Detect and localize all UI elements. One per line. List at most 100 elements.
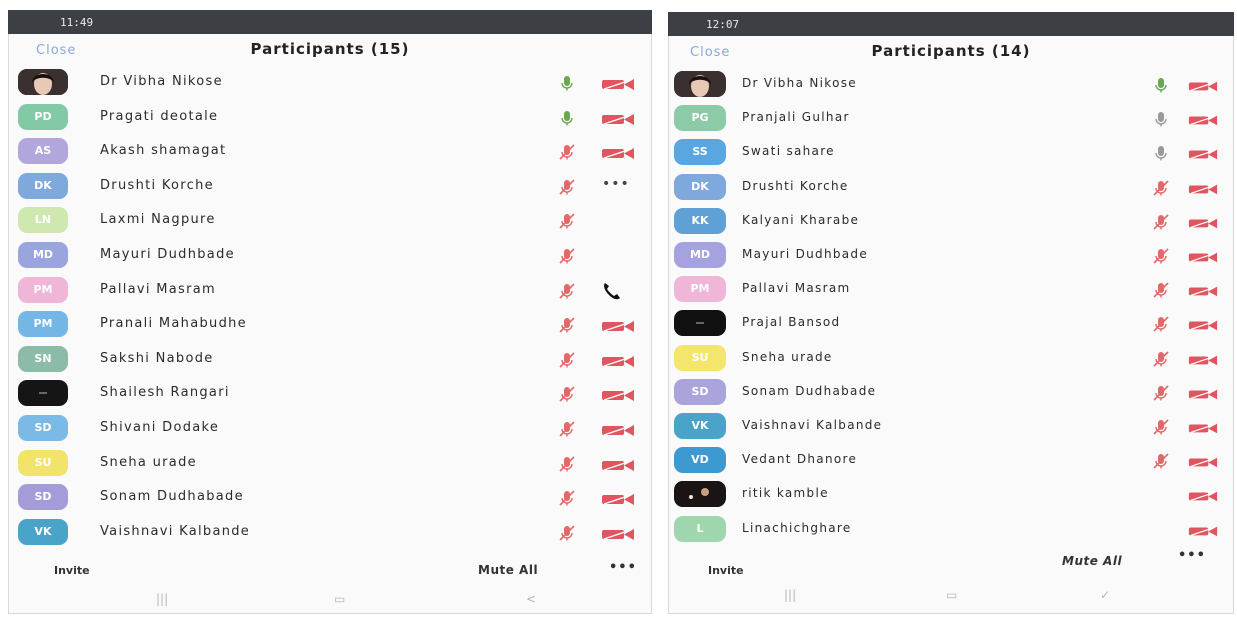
video-off-icon[interactable] (1188, 420, 1218, 434)
microphone-muted-icon[interactable] (558, 420, 576, 438)
microphone-muted-icon[interactable] (1152, 179, 1170, 197)
video-off-icon[interactable] (1188, 78, 1218, 92)
recent-apps-button[interactable]: ||| (784, 588, 796, 602)
participant-row[interactable]: PM Pallavi Masram (8, 274, 652, 308)
microphone-muted-icon[interactable] (558, 385, 576, 403)
microphone-muted-icon[interactable] (1152, 247, 1170, 265)
participant-row[interactable]: AS Akash shamagat (8, 135, 652, 169)
video-off-icon[interactable] (601, 318, 635, 333)
participant-name: Dr Vibha Nikose (100, 74, 223, 89)
video-off-icon[interactable] (1188, 112, 1218, 126)
microphone-muted-icon[interactable] (558, 489, 576, 507)
microphone-muted-icon[interactable] (1152, 384, 1170, 402)
home-button[interactable]: ▭ (946, 588, 957, 602)
video-off-icon[interactable] (1188, 283, 1218, 297)
participant-row[interactable]: SS Swati sahare (668, 136, 1234, 170)
participant-row[interactable]: PM Pallavi Masram (668, 273, 1234, 307)
participant-row[interactable]: L Linachichghare (668, 513, 1234, 547)
participant-row[interactable]: Dr Vibha Nikose (8, 66, 652, 100)
microphone-muted-icon[interactable] (1152, 418, 1170, 436)
microphone-muted-icon[interactable] (1152, 213, 1170, 231)
invite-button[interactable]: Invite (54, 564, 90, 577)
back-button[interactable]: < (526, 592, 536, 606)
avatar: SN (18, 345, 68, 372)
microphone-muted-icon[interactable] (558, 316, 576, 334)
video-off-icon[interactable] (1188, 352, 1218, 366)
video-off-icon[interactable] (1188, 249, 1218, 263)
microphone-muted-icon[interactable] (558, 455, 576, 473)
participant-row[interactable]: LN Laxmi Nagpure (8, 204, 652, 238)
microphone-muted-icon[interactable] (558, 247, 576, 265)
video-off-icon[interactable] (601, 526, 635, 540)
video-off-icon[interactable] (601, 145, 635, 160)
microphone-muted-icon[interactable] (558, 351, 576, 369)
video-off-icon[interactable] (1188, 146, 1218, 160)
invite-button[interactable]: Invite (708, 564, 744, 577)
video-off-icon[interactable] (1188, 488, 1218, 502)
participant-name: Drushti Korche (742, 178, 849, 193)
microphone-muted-icon[interactable] (1152, 315, 1170, 333)
participant-row[interactable]: SU Sneha urade (668, 342, 1234, 376)
video-off-icon[interactable] (601, 457, 635, 471)
microphone-muted-icon[interactable] (1152, 350, 1170, 368)
participant-row[interactable]: SD Shivani Dodake (8, 412, 652, 446)
participant-name: Laxmi Nagpure (100, 212, 216, 228)
microphone-icon[interactable] (558, 109, 576, 127)
video-off-icon[interactable] (601, 76, 635, 90)
mute-all-button[interactable]: Mute All (478, 563, 538, 577)
participant-row[interactable]: MD Mayuri Dudhbade (8, 239, 652, 273)
recent-apps-button[interactable]: ||| (156, 592, 168, 606)
video-off-icon[interactable] (1188, 523, 1218, 537)
participant-row[interactable]: VD Vedant Dhanore (668, 444, 1234, 478)
participant-row[interactable]: KK Kalyani Kharabe (668, 205, 1234, 239)
participant-name: Sneha urade (742, 349, 833, 364)
microphone-muted-icon[interactable] (1152, 452, 1170, 470)
video-off-icon[interactable] (601, 491, 635, 506)
video-off-icon[interactable] (1188, 181, 1218, 195)
participant-row[interactable]: MD Mayuri Dudhbade (668, 239, 1234, 273)
more-options-icon[interactable]: ••• (602, 176, 630, 192)
participant-row[interactable]: SU Sneha urade (8, 447, 652, 481)
microphone-muted-icon[interactable] (558, 524, 576, 542)
video-off-icon[interactable] (601, 387, 635, 402)
video-off-icon[interactable] (1188, 386, 1218, 400)
microphone-muted-icon[interactable] (558, 143, 576, 161)
participant-row[interactable]: VK Vaishnavi Kalbande (668, 410, 1234, 444)
mute-all-button[interactable]: Mute All (1062, 554, 1122, 568)
back-button[interactable]: ✓ (1100, 588, 1110, 602)
home-button[interactable]: ▭ (334, 592, 345, 606)
video-off-icon[interactable] (601, 353, 635, 367)
more-options-button[interactable]: ••• (1178, 548, 1206, 563)
participant-row[interactable]: Shailesh Rangari (8, 377, 652, 411)
microphone-icon[interactable] (558, 74, 576, 92)
participant-row[interactable]: SN Sakshi Nabode (8, 343, 652, 377)
microphone-muted-icon[interactable] (558, 212, 576, 230)
participant-row[interactable]: ritik kamble (668, 478, 1234, 512)
avatar: DK (674, 173, 726, 200)
participant-row[interactable]: SD Sonam Dudhabade (8, 481, 652, 515)
video-off-icon[interactable] (601, 422, 635, 436)
more-options-button[interactable]: ••• (609, 560, 637, 575)
participant-row[interactable]: SD Sonam Dudhabade (668, 376, 1234, 410)
participant-row[interactable]: Prajal Bansod (668, 307, 1234, 341)
participant-row[interactable]: VK Vaishnavi Kalbande (8, 516, 652, 550)
avatar (674, 310, 726, 337)
video-off-icon[interactable] (1188, 454, 1218, 468)
video-off-icon[interactable] (1188, 215, 1218, 229)
microphone-muted-icon[interactable] (558, 282, 576, 300)
participant-row[interactable]: PD Pragati deotale (8, 101, 652, 135)
video-off-icon[interactable] (601, 111, 635, 125)
participant-row[interactable]: Dr Vibha Nikose (668, 68, 1234, 102)
phone-icon (600, 280, 622, 302)
video-off-icon[interactable] (1188, 317, 1218, 331)
participant-row[interactable]: DK Drushti Korche ••• (8, 170, 652, 204)
microphone-icon[interactable] (1152, 76, 1170, 94)
microphone-icon[interactable] (1152, 110, 1170, 128)
participant-row[interactable]: PG Pranjali Gulhar (668, 102, 1234, 136)
microphone-icon[interactable] (1152, 144, 1170, 162)
participant-row[interactable]: PM Pranali Mahabudhe (8, 308, 652, 342)
participant-name: Sonam Dudhabade (742, 383, 877, 398)
participant-row[interactable]: DK Drushti Korche (668, 171, 1234, 205)
microphone-muted-icon[interactable] (1152, 281, 1170, 299)
microphone-muted-icon[interactable] (558, 178, 576, 196)
